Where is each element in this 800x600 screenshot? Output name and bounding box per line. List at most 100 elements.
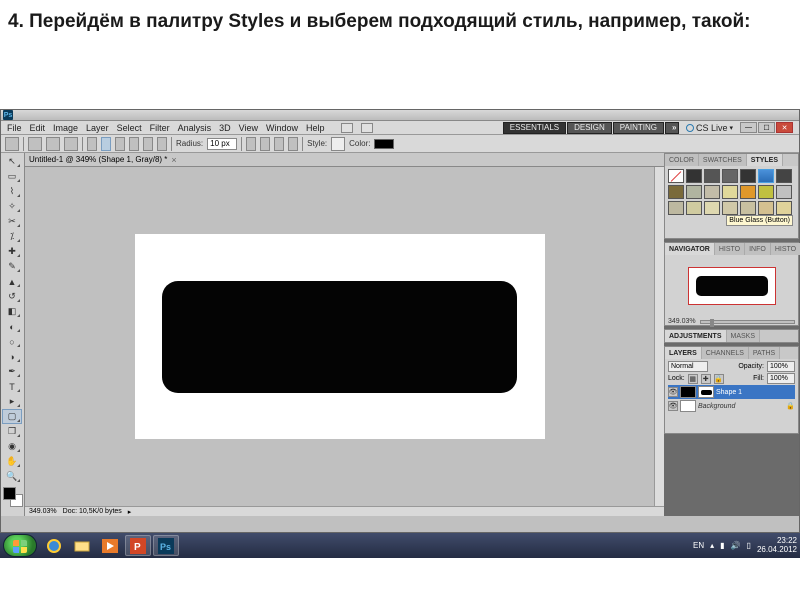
blend-mode-select[interactable]: Normal xyxy=(668,361,708,372)
style-blue-glass[interactable] xyxy=(758,169,774,183)
radius-input[interactable]: 10 px xyxy=(207,138,237,150)
move-tool-icon[interactable]: ↖ xyxy=(2,154,22,169)
style-swatch[interactable] xyxy=(704,201,720,215)
screen-mode-icon[interactable] xyxy=(361,123,373,133)
tab-layers[interactable]: LAYERS xyxy=(665,347,702,359)
combine-subtract-icon[interactable] xyxy=(260,137,270,151)
paths-icon[interactable] xyxy=(46,137,60,151)
visibility-icon[interactable]: 👁 xyxy=(668,401,678,411)
taskbar-photoshop-icon[interactable]: Ps xyxy=(153,535,179,556)
workspace-essentials[interactable]: ESSENTIALS xyxy=(503,122,566,134)
style-swatch[interactable] xyxy=(686,201,702,215)
blur-tool-icon[interactable]: ○ xyxy=(2,334,22,349)
style-swatch[interactable] xyxy=(704,185,720,199)
style-dropdown[interactable] xyxy=(331,137,345,151)
style-swatch[interactable] xyxy=(704,169,720,183)
style-swatch[interactable] xyxy=(740,185,756,199)
style-swatch[interactable] xyxy=(668,201,684,215)
close-tab-icon[interactable]: × xyxy=(171,155,176,165)
taskbar-explorer-icon[interactable] xyxy=(69,535,95,556)
vertical-scrollbar[interactable] xyxy=(654,167,664,506)
menu-edit[interactable]: Edit xyxy=(30,123,46,133)
style-swatch[interactable] xyxy=(776,169,792,183)
custom-shape-icon[interactable] xyxy=(157,137,167,151)
tray-lang[interactable]: EN xyxy=(693,541,704,550)
style-swatch[interactable] xyxy=(776,201,792,215)
nav-zoom[interactable]: 349.03% xyxy=(668,318,696,325)
visibility-icon[interactable]: 👁 xyxy=(668,387,678,397)
style-swatch[interactable] xyxy=(668,185,684,199)
rect-shape-icon[interactable] xyxy=(87,137,97,151)
lasso-tool-icon[interactable]: ⌇ xyxy=(2,184,22,199)
style-none[interactable] xyxy=(668,169,684,183)
taskbar-powerpoint-icon[interactable]: P xyxy=(125,535,151,556)
fg-bg-colors[interactable] xyxy=(2,486,24,508)
maximize-button[interactable]: ☐ xyxy=(758,122,775,133)
style-swatch[interactable] xyxy=(758,201,774,215)
foreground-color[interactable] xyxy=(3,487,16,500)
workspace-design[interactable]: DESIGN xyxy=(567,122,612,134)
stamp-tool-icon[interactable]: ▲ xyxy=(2,274,22,289)
tab-swatches[interactable]: SWATCHES xyxy=(699,154,747,166)
tab-info[interactable]: INFO xyxy=(745,243,771,255)
line-shape-icon[interactable] xyxy=(143,137,153,151)
menu-view[interactable]: View xyxy=(239,123,258,133)
menu-3d[interactable]: 3D xyxy=(219,123,231,133)
dodge-tool-icon[interactable]: ◑ xyxy=(2,349,22,364)
fill-input[interactable]: 100% xyxy=(767,373,795,384)
tab-paths[interactable]: PATHS xyxy=(749,347,780,359)
color-swatch[interactable] xyxy=(374,139,394,149)
document-tab[interactable]: Untitled-1 @ 349% (Shape 1, Gray/8) *× xyxy=(25,153,664,167)
combine-add-icon[interactable] xyxy=(246,137,256,151)
tab-histogram[interactable]: HISTO xyxy=(715,243,745,255)
menu-file[interactable]: File xyxy=(7,123,22,133)
menu-window[interactable]: Window xyxy=(266,123,298,133)
start-button[interactable] xyxy=(3,534,37,557)
style-swatch[interactable] xyxy=(740,169,756,183)
close-button[interactable]: ✕ xyxy=(776,122,793,133)
wand-tool-icon[interactable]: ✧ xyxy=(2,199,22,214)
menu-image[interactable]: Image xyxy=(53,123,78,133)
path-select-tool-icon[interactable]: ▸ xyxy=(2,394,22,409)
cslive-button[interactable]: CS Live▾ xyxy=(686,123,733,133)
layer-shape-1[interactable]: 👁 Shape 1 xyxy=(668,385,795,399)
history-brush-tool-icon[interactable]: ↺ xyxy=(2,289,22,304)
nav-zoom-slider[interactable] xyxy=(700,320,795,324)
hand-tool-icon[interactable]: ✋ xyxy=(2,454,22,469)
doc-info[interactable]: Doc: 10,5K/0 bytes xyxy=(63,508,122,515)
lock-position-icon[interactable]: ✚ xyxy=(701,374,711,384)
workspace-more-icon[interactable]: » xyxy=(665,122,679,134)
gradient-tool-icon[interactable]: ◐ xyxy=(2,319,22,334)
navigator-thumbnail[interactable] xyxy=(688,267,776,305)
taskbar-ie-icon[interactable] xyxy=(41,535,67,556)
style-swatch[interactable] xyxy=(758,185,774,199)
chevron-right-icon[interactable]: ▸ xyxy=(128,508,132,516)
rounded-rect-shape-icon[interactable] xyxy=(101,137,111,151)
style-swatch[interactable] xyxy=(686,169,702,183)
workspace-painting[interactable]: PAINTING xyxy=(613,122,664,134)
taskbar-media-icon[interactable] xyxy=(97,535,123,556)
type-tool-icon[interactable]: T xyxy=(2,379,22,394)
tray-network-icon[interactable]: ▮ xyxy=(720,541,724,550)
zoom-level[interactable]: 349.03% xyxy=(29,508,57,515)
style-swatch[interactable] xyxy=(722,201,738,215)
tray-sound-icon[interactable]: 🔊 xyxy=(731,541,741,550)
opacity-input[interactable]: 100% xyxy=(767,361,795,372)
ellipse-shape-icon[interactable] xyxy=(115,137,125,151)
tray-date[interactable]: 26.04.2012 xyxy=(757,546,797,554)
tray-flag-icon[interactable]: ▴ xyxy=(710,541,714,550)
style-swatch[interactable] xyxy=(776,185,792,199)
combine-intersect-icon[interactable] xyxy=(274,137,284,151)
lock-pixels-icon[interactable]: ▦ xyxy=(688,374,698,384)
canvas-area[interactable] xyxy=(25,167,654,506)
healing-tool-icon[interactable]: ✚ xyxy=(2,244,22,259)
combine-exclude-icon[interactable] xyxy=(288,137,298,151)
eraser-tool-icon[interactable]: ◧ xyxy=(2,304,22,319)
lock-all-icon[interactable]: 🔒 xyxy=(714,374,724,384)
tab-styles[interactable]: STYLES xyxy=(747,154,783,166)
tab-navigator[interactable]: NAVIGATOR xyxy=(665,243,715,255)
style-swatch[interactable] xyxy=(722,169,738,183)
menu-help[interactable]: Help xyxy=(306,123,325,133)
tab-masks[interactable]: MASKS xyxy=(727,330,761,342)
tray-battery-icon[interactable]: ▯ xyxy=(747,541,751,550)
